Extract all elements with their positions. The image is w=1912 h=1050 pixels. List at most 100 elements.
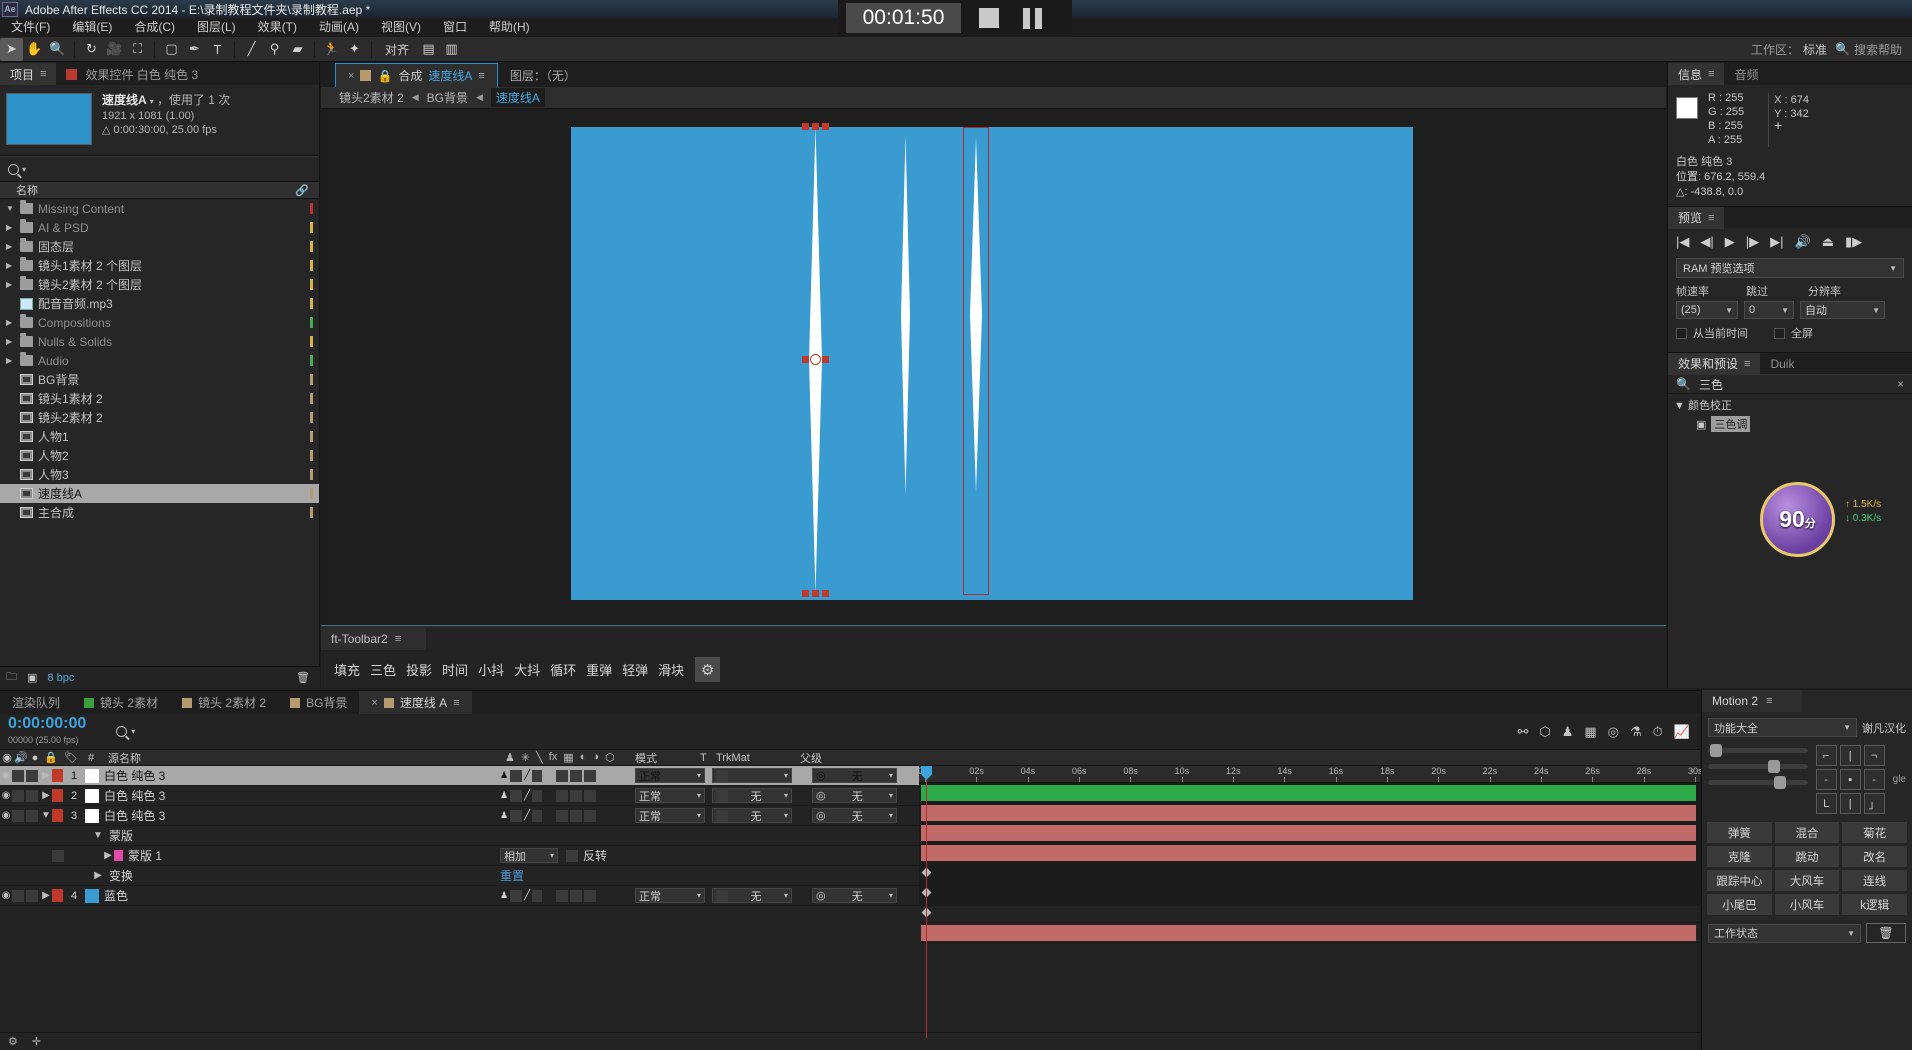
motion2-slider-2[interactable] xyxy=(1708,760,1808,773)
layer-duration-bar[interactable] xyxy=(921,805,1696,821)
layer-switches[interactable]: ♟ ╱ xyxy=(500,889,597,902)
motion-blur-toggle[interactable] xyxy=(570,889,583,902)
effects-toggle[interactable] xyxy=(532,809,543,822)
breadcrumb-item[interactable]: 镜头2素材 2 xyxy=(339,89,404,106)
menu-item-0[interactable]: 文件(F) xyxy=(0,18,61,37)
ft-toolbar-button[interactable]: 时间 xyxy=(437,656,473,683)
audio-icon[interactable]: 🔊 xyxy=(1795,234,1811,250)
tab-duik[interactable]: Duik xyxy=(1760,353,1804,375)
mask-mode-select[interactable]: 相加 ▾ xyxy=(500,848,558,863)
timeline-track-row[interactable] xyxy=(919,783,1700,803)
motion2-slider-3[interactable] xyxy=(1708,776,1808,789)
selection-handle-top-center[interactable] xyxy=(812,123,819,130)
collapse-toggle[interactable] xyxy=(510,809,523,822)
timeline-property-row[interactable]: ▼ 蒙版 xyxy=(0,826,919,846)
project-list-item[interactable]: ▶ 镜头2素材 2 个图层 xyxy=(0,275,319,294)
lock-icon[interactable]: 🔒 xyxy=(377,69,392,83)
chevron-down-icon[interactable]: ▼ xyxy=(6,204,15,213)
label-color-chip[interactable] xyxy=(52,889,63,902)
quality-icon[interactable]: ╱ xyxy=(524,770,530,781)
motion2-action-button[interactable]: 小尾巴 xyxy=(1707,894,1772,915)
effects-toggle[interactable] xyxy=(532,889,543,902)
timeline-track-row[interactable] xyxy=(919,903,1700,923)
eye-icon[interactable]: ◉ xyxy=(0,890,12,901)
last-frame-icon[interactable]: ▶| xyxy=(1770,234,1783,250)
auto-keyframe-icon[interactable]: ⏱ xyxy=(1653,724,1663,740)
motion2-button-grid[interactable]: 弹簧 混合 菊花 克隆 跳动 改名 跟踪中心 大风车 连线 小尾巴 小风车 k逻辑 xyxy=(1702,814,1912,915)
collapse-toggle[interactable] xyxy=(510,889,523,902)
eye-icon[interactable]: ◉ xyxy=(0,810,12,821)
anchor-position-button[interactable]: ▪ xyxy=(1839,769,1861,790)
comp-canvas[interactable] xyxy=(571,123,1413,600)
chevron-down-icon[interactable]: ▾ xyxy=(131,727,135,736)
project-list-item[interactable]: ▶ Nulls & Solids xyxy=(0,332,319,351)
layer-name[interactable]: 白色 纯色 3 xyxy=(104,767,165,784)
align-center-icon[interactable]: ▥ xyxy=(440,38,463,61)
motion2-preset-select[interactable]: 功能大全 ▼ xyxy=(1708,718,1857,737)
tab-preview[interactable]: 预览 ≡ xyxy=(1668,206,1725,229)
brainstorm-icon[interactable]: ⚗ xyxy=(1630,724,1642,740)
eraser-icon[interactable]: ▰ xyxy=(286,38,309,61)
three-d-toggle[interactable] xyxy=(584,789,597,802)
new-folder-icon[interactable]: 🗀 xyxy=(6,668,17,687)
panel-menu-icon[interactable]: ≡ xyxy=(1766,695,1772,707)
parent-pickwhip-icon[interactable]: ◎ xyxy=(816,809,826,822)
slider-knob[interactable] xyxy=(1710,744,1722,757)
tab-audio[interactable]: 音频 xyxy=(1724,63,1768,85)
tab-composition-speedline[interactable]: × 🔒 合成 速度线A ≡ xyxy=(335,63,498,87)
rect-icon[interactable]: ▢ xyxy=(160,38,183,61)
layer-parent-select[interactable]: ◎ 无 ▾ xyxy=(812,788,897,803)
chevron-right-icon[interactable]: ▶ xyxy=(6,356,15,365)
hand-icon[interactable]: ✋ xyxy=(23,38,46,61)
anchor-point-icon[interactable] xyxy=(810,354,821,365)
timeline-graph-area[interactable]: 0s02s04s06s08s10s12s14s16s18s20s22s24s26… xyxy=(918,766,1703,1038)
layer-trkmat-select[interactable]: 无 ▾ xyxy=(712,888,792,903)
anchor-icon[interactable]: ⛶ xyxy=(126,38,149,61)
layer-name[interactable]: 白色 纯色 3 xyxy=(104,787,165,804)
link-icon[interactable]: 🔗 xyxy=(295,184,309,197)
motion-blur-icon[interactable]: ◎ xyxy=(1608,724,1619,740)
mask-visibility-toggle[interactable] xyxy=(52,849,64,862)
ft-toolbar-button[interactable]: 轻弹 xyxy=(617,656,653,683)
motion2-action-button[interactable]: 跟踪中心 xyxy=(1707,870,1772,891)
solo-toggle[interactable] xyxy=(26,889,38,902)
layer-trkmat-select[interactable]: 无 ▾ xyxy=(712,808,792,823)
layer-parent-select[interactable]: ◎ 无 ▾ xyxy=(812,888,897,903)
selection-handle-mid-left[interactable] xyxy=(802,356,809,363)
layer-mode-select[interactable]: 正常 ▾ xyxy=(635,808,705,823)
effects-search-row[interactable]: 🔍 三色 × xyxy=(1668,374,1912,394)
project-list-item[interactable]: 镜头2素材 2 xyxy=(0,408,319,427)
puppet-icon[interactable]: 🏃 xyxy=(320,38,343,61)
project-list-item[interactable]: ▶ 镜头1素材 2 个图层 xyxy=(0,256,319,275)
ft-toolbar-button[interactable]: 三色 xyxy=(365,656,401,683)
three-d-toggle[interactable] xyxy=(584,809,597,822)
delete-icon[interactable]: 🗑 xyxy=(296,671,310,684)
chevron-right-icon[interactable]: ▶ xyxy=(102,850,114,861)
type-icon[interactable]: T xyxy=(206,38,229,61)
eye-icon[interactable]: ◉ xyxy=(0,770,12,781)
menu-item-1[interactable]: 编辑(E) xyxy=(61,18,123,37)
project-search-box[interactable]: ▾ xyxy=(0,156,319,182)
selection-handle-bottom-right[interactable] xyxy=(822,590,829,597)
anchor-position-button[interactable]: - xyxy=(1815,769,1837,790)
menu-item-6[interactable]: 视图(V) xyxy=(370,18,432,37)
menu-item-2[interactable]: 合成(C) xyxy=(123,18,186,37)
effects-item-row[interactable]: ▣ 三色调 xyxy=(1696,416,1906,432)
audio-toggle[interactable] xyxy=(12,889,24,902)
audio-waveform-bar[interactable] xyxy=(921,785,1696,801)
tab-effect-controls[interactable]: 效果控件 白色 纯色 3 xyxy=(56,63,209,85)
project-list-item[interactable]: ▶ Audio xyxy=(0,351,319,370)
tab-layer-none[interactable]: 图层：（无） xyxy=(498,63,588,87)
parent-pickwhip-icon[interactable]: ◎ xyxy=(816,889,826,902)
ft-toolbar-button[interactable]: 滑块 xyxy=(653,656,689,683)
ft-toolbar-button[interactable]: 循环 xyxy=(545,656,581,683)
layer-name[interactable]: 白色 纯色 3 xyxy=(104,807,165,824)
panel-menu-icon[interactable]: ≡ xyxy=(1744,358,1750,370)
chevron-right-icon[interactable]: ▶ xyxy=(6,242,15,251)
clear-search-icon[interactable]: × xyxy=(1897,377,1904,391)
timeline-layer-row[interactable]: ◉ ▶ 2 白色 纯色 3 ♟ ╱ 正常 ▾ 无 ▾ ◎ 无 ▾ xyxy=(0,786,919,806)
motion2-slider-1[interactable] xyxy=(1708,744,1808,757)
motion2-action-button[interactable]: 连线 xyxy=(1842,870,1907,891)
hide-shy-layers-icon[interactable]: ♟ xyxy=(1562,724,1574,740)
timeline-layer-row[interactable]: ◉ ▶ 1 白色 纯色 3 ♟ ╱ 正常 ▾ ▾ ◎ 无 ▾ xyxy=(0,766,919,786)
